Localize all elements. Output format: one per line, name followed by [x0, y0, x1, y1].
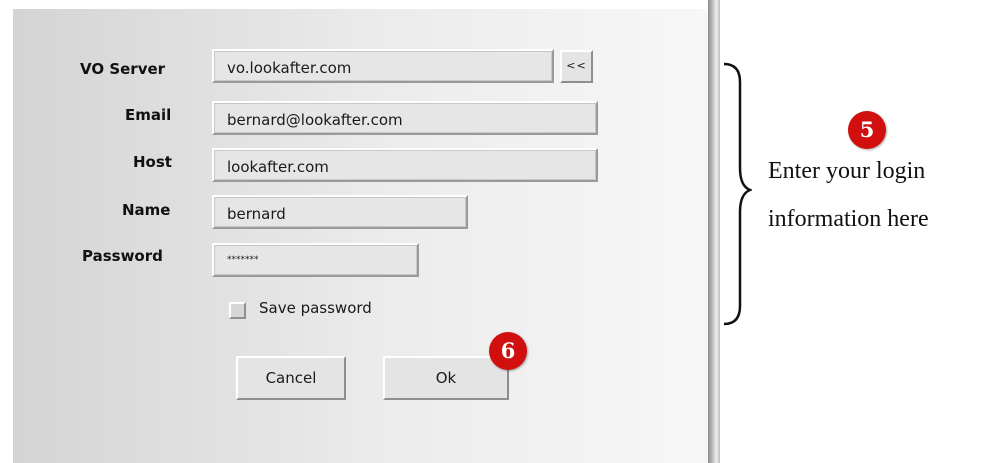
ok-button[interactable]: Ok: [383, 356, 509, 400]
host-label: Host: [133, 153, 172, 171]
expand-server-button[interactable]: <<: [560, 50, 593, 83]
vo-server-label: VO Server: [80, 60, 166, 78]
password-field[interactable]: *******: [212, 243, 419, 277]
name-field[interactable]: bernard: [212, 195, 468, 229]
host-field[interactable]: lookafter.com: [212, 148, 598, 182]
vo-server-field[interactable]: vo.lookafter.com: [212, 49, 554, 83]
annotation-line-2: information here: [768, 206, 929, 232]
cancel-button[interactable]: Cancel: [236, 356, 346, 400]
step-6-badge: 6: [489, 332, 527, 370]
save-password-label: Save password: [259, 299, 372, 317]
email-field[interactable]: bernard@lookafter.com: [212, 101, 598, 135]
password-label: Password: [82, 247, 163, 265]
save-password-checkbox[interactable]: [229, 302, 246, 319]
name-label: Name: [122, 201, 171, 219]
curly-brace-icon: [723, 62, 752, 326]
annotation-line-1: Enter your login: [768, 158, 926, 184]
step-5-badge: 5: [848, 111, 886, 149]
email-label: Email: [125, 106, 172, 124]
